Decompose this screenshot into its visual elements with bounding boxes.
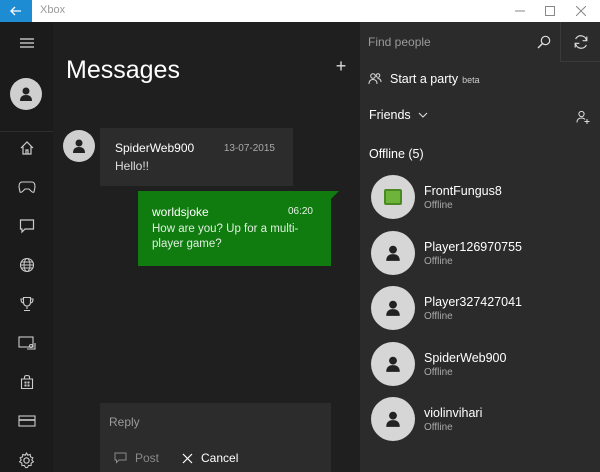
find-people-input[interactable] (360, 22, 560, 62)
message-text: How are you? Up for a multi-player game? (152, 223, 299, 250)
title-bar: Xbox (0, 0, 600, 22)
message-date: 13-07-2015 (223, 143, 275, 154)
friend-name: violinvihari (424, 406, 483, 420)
search-button[interactable] (532, 30, 556, 54)
friend-item[interactable]: violinvihari Offline (360, 397, 600, 453)
sender-avatar (63, 130, 95, 162)
person-icon (386, 356, 400, 372)
rail-item-messages[interactable] (0, 207, 53, 245)
console-icon (17, 336, 36, 350)
maximize-icon (545, 6, 555, 16)
friends-filter-dropdown[interactable]: Friends (369, 108, 428, 122)
chat-icon (19, 219, 34, 234)
friend-status: Offline (424, 422, 453, 433)
message-sender: worldsjoke (152, 205, 209, 219)
new-message-button[interactable]: + (331, 56, 351, 76)
person-icon (386, 300, 400, 316)
rail-item-connect[interactable] (0, 324, 53, 362)
people-pane: Start a party beta Friends Offline (5) F… (360, 22, 600, 472)
trophy-icon (19, 296, 34, 312)
post-label: Post (135, 451, 160, 465)
minimize-icon (515, 10, 525, 12)
profile-avatar[interactable] (10, 78, 42, 110)
close-button[interactable] (566, 0, 596, 22)
gear-icon (18, 451, 35, 468)
beta-badge: beta (462, 75, 480, 85)
friend-item[interactable]: Player327427041 Offline (360, 286, 600, 342)
friend-status: Offline (424, 200, 453, 211)
friend-status: Offline (424, 256, 453, 267)
message-icon (114, 452, 127, 464)
message-incoming[interactable]: SpiderWeb900 13-07-2015 Hello!! (100, 128, 293, 186)
friend-status: Offline (424, 367, 453, 378)
friend-status: Offline (424, 311, 453, 322)
friend-avatar (371, 397, 415, 441)
rail-item-home[interactable] (0, 129, 53, 167)
friend-item[interactable]: FrontFungus8 Offline (360, 175, 600, 231)
friend-item[interactable]: SpiderWeb900 Offline (360, 342, 600, 398)
hamburger-icon (19, 38, 34, 48)
post-button[interactable]: Post (114, 451, 159, 465)
party-icon (368, 73, 382, 85)
app-title: Xbox (40, 4, 66, 16)
back-button[interactable] (0, 0, 32, 22)
reply-box: Post Cancel (100, 403, 331, 472)
close-icon (576, 6, 586, 16)
maximize-button[interactable] (535, 0, 565, 22)
add-friend-button[interactable] (572, 106, 594, 128)
friends-filter-label: Friends (369, 108, 411, 122)
gamepad-icon (17, 181, 36, 193)
message-tail (331, 191, 339, 199)
card-icon (17, 415, 36, 427)
friend-name: Player126970755 (424, 240, 522, 254)
home-icon (20, 141, 33, 155)
rail-item-game-dvr[interactable] (0, 168, 53, 206)
globe-icon (19, 257, 34, 273)
rail-item-activity-feed[interactable] (0, 246, 53, 284)
chevron-down-icon (418, 112, 428, 118)
friend-name: SpiderWeb900 (424, 351, 507, 365)
message-sender: SpiderWeb900 (115, 141, 195, 155)
person-icon (20, 87, 32, 101)
back-arrow-icon (10, 6, 21, 16)
party-label: Start a party (390, 72, 459, 86)
add-person-icon (576, 110, 590, 124)
person-icon (386, 245, 400, 261)
rail-item-achievements[interactable] (0, 285, 53, 323)
rail-item-settings[interactable] (0, 441, 53, 472)
start-party-button[interactable]: Start a party beta (360, 68, 600, 90)
cancel-button[interactable]: Cancel (182, 451, 238, 465)
person-icon (386, 411, 400, 427)
people-search (360, 22, 600, 62)
friend-avatar (371, 342, 415, 386)
messages-pane: Messages + SpiderWeb900 13-07-2015 Hello… (53, 22, 360, 472)
friend-avatar (371, 286, 415, 330)
friend-avatar (371, 175, 415, 219)
nav-rail (0, 22, 53, 472)
message-outgoing[interactable]: worldsjoke 06:20 How are you? Up for a m… (138, 191, 331, 266)
friend-item[interactable]: Player126970755 Offline (360, 231, 600, 287)
message-date: 06:20 (287, 206, 313, 217)
refresh-button[interactable] (560, 22, 600, 62)
cancel-label: Cancel (201, 451, 239, 465)
refresh-icon (574, 35, 587, 49)
friend-avatar (371, 231, 415, 275)
hamburger-button[interactable] (0, 24, 53, 62)
minimize-button[interactable] (505, 0, 535, 22)
rail-item-store[interactable] (0, 363, 53, 401)
person-icon (73, 139, 85, 153)
reply-input[interactable] (100, 403, 331, 441)
gamerpic-icon (384, 189, 402, 205)
message-text: Hello!! (115, 159, 150, 173)
search-icon (537, 35, 551, 49)
close-icon (182, 453, 193, 463)
offline-section-header: Offline (5) (369, 147, 424, 161)
rail-item-onedrive[interactable] (0, 402, 53, 440)
friend-name: Player327427041 (424, 295, 522, 309)
store-icon (20, 374, 33, 390)
page-title: Messages (66, 56, 180, 84)
friend-name: FrontFungus8 (424, 184, 502, 198)
